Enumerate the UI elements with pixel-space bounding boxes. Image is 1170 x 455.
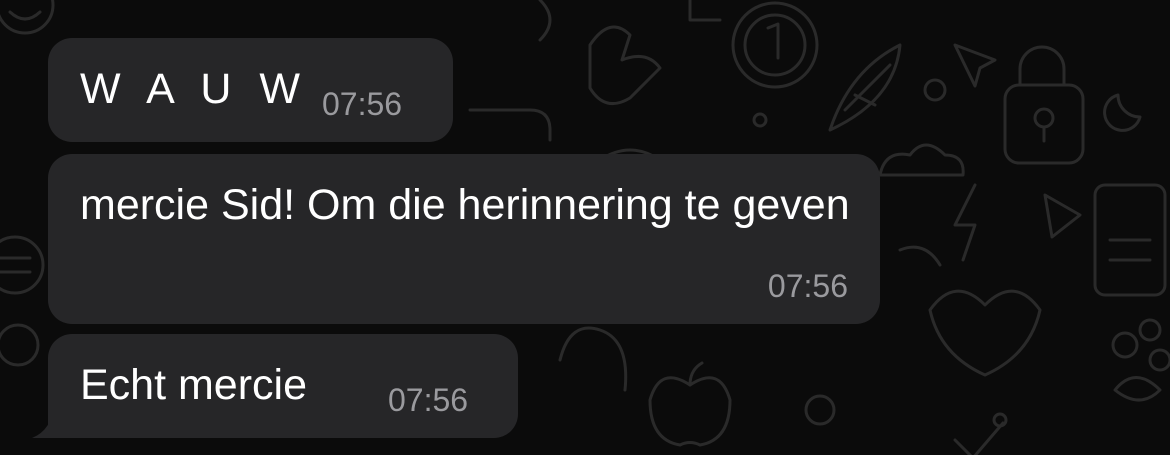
message-text: Echt mercie: [80, 361, 308, 409]
message-timestamp: 07:56: [388, 382, 469, 418]
message-timestamp: 07:56: [767, 268, 848, 304]
message-bubble[interactable]: W A U W 07:56: [48, 38, 453, 142]
message-bubble[interactable]: Echt mercie 07:56: [48, 334, 518, 438]
message-bubble[interactable]: mercie Sid! Om die herinnering te geven …: [48, 154, 880, 324]
message-timestamp: 07:56: [322, 86, 403, 122]
chat-view: W A U W 07:56 mercie Sid! Om die herinne…: [0, 0, 1170, 455]
message-text: mercie Sid! Om die herinnering te geven: [80, 181, 850, 229]
message-text: W A U W: [80, 65, 308, 113]
